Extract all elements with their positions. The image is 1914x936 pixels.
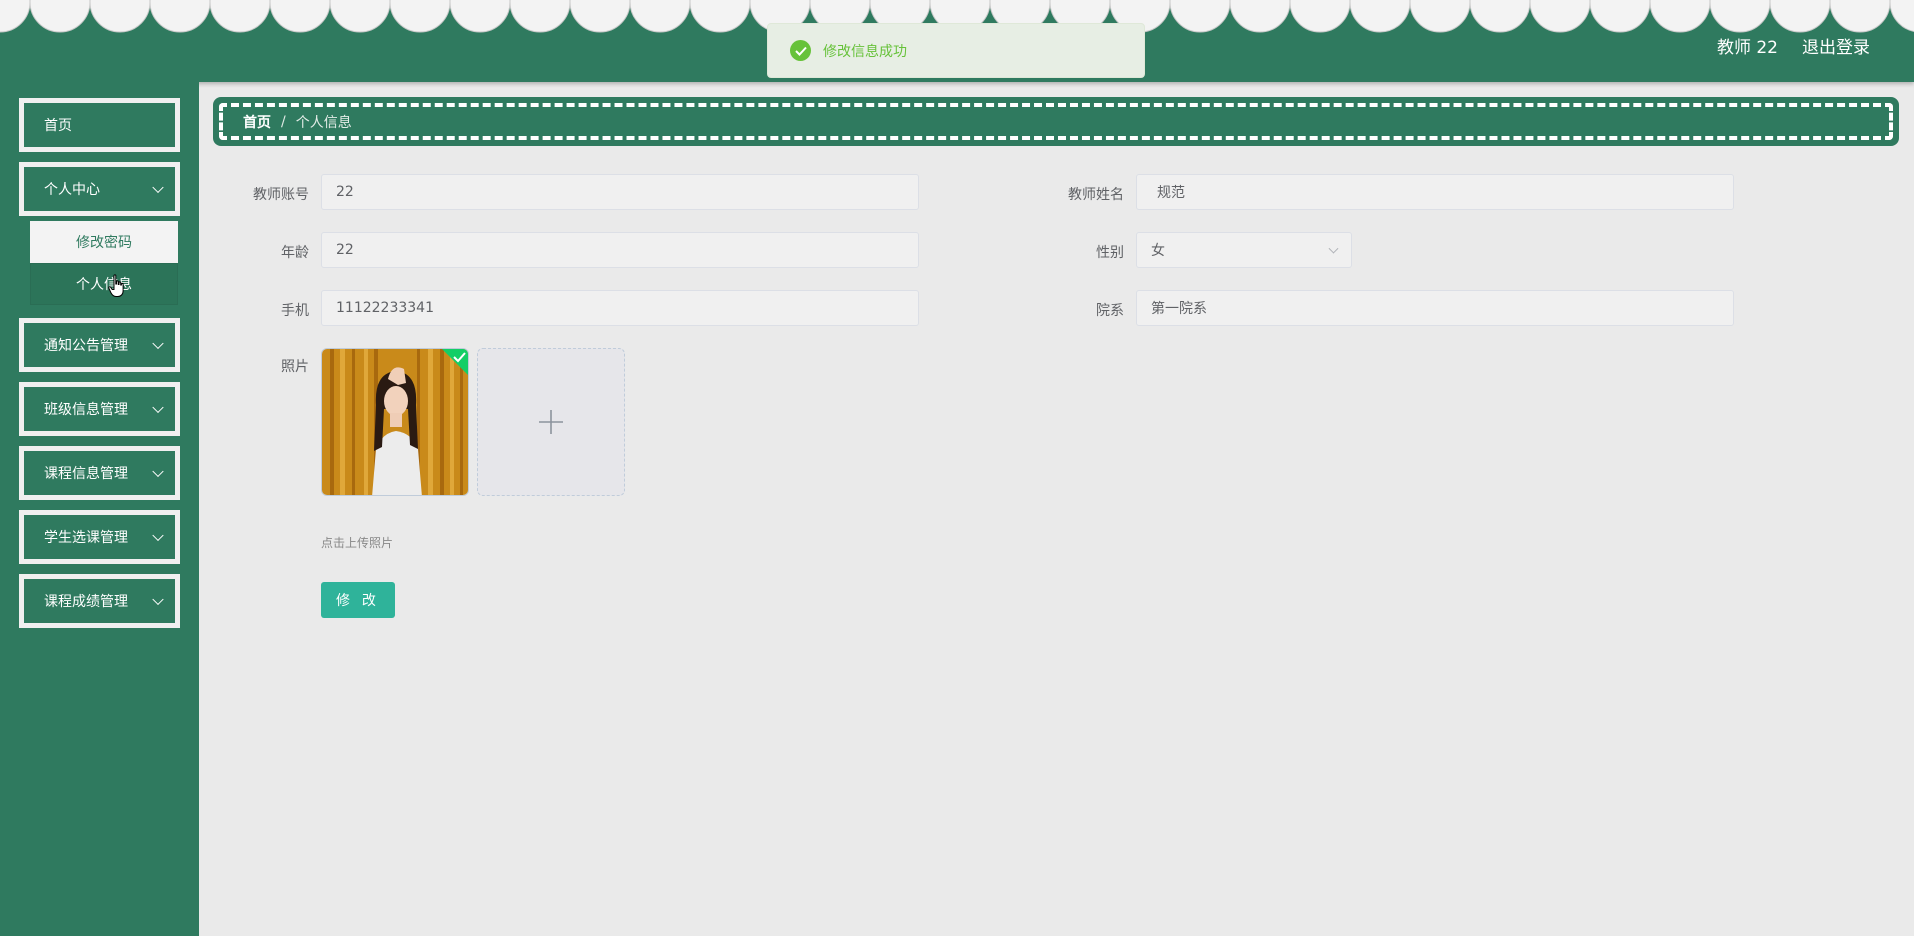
sidebar-item-home[interactable]: 首页 — [19, 98, 180, 152]
user-area: 教师 22 退出登录 — [1717, 33, 1870, 58]
department-label: 院系 — [1096, 303, 1124, 319]
name-field[interactable]: 规范 — [1136, 174, 1734, 210]
breadcrumb-separator: / — [281, 113, 286, 130]
upload-hint: 点击上传照片 — [321, 536, 394, 550]
uploaded-photo[interactable] — [321, 348, 469, 496]
account-value: 22 — [336, 184, 354, 200]
department-field[interactable]: 第一院系 — [1136, 290, 1734, 326]
sidebar-item-label: 通知公告管理 — [44, 338, 128, 354]
sidebar: 首页 个人中心 修改密码 个人信息 通知公告管理 班级信息管理 课程信息管理 学… — [0, 82, 199, 936]
user-label: 教师 22 — [1716, 38, 1778, 58]
phone-value: 11122233341 — [336, 300, 434, 316]
hand-cursor-icon — [108, 274, 124, 297]
chevron-down-icon — [1328, 243, 1339, 254]
upload-photo-button[interactable] — [477, 348, 625, 496]
sidebar-item-label: 学生选课管理 — [44, 530, 128, 546]
submenu-item-personal-info[interactable]: 个人信息 — [30, 263, 178, 305]
chevron-down-icon — [152, 593, 164, 606]
sidebar-item-grade-management[interactable]: 课程成绩管理 — [19, 574, 180, 628]
breadcrumb-inner: 首页 / 个人信息 — [219, 103, 1893, 140]
submenu-item-label: 修改密码 — [76, 235, 132, 251]
gender-label: 性别 — [1096, 245, 1124, 261]
submit-button[interactable]: 修 改 — [321, 582, 395, 618]
name-value: 规范 — [1157, 185, 1185, 201]
plus-icon — [539, 410, 563, 434]
submenu-item-change-password[interactable]: 修改密码 — [30, 221, 178, 263]
sidebar-item-course-selection[interactable]: 学生选课管理 — [19, 510, 180, 564]
sidebar-item-notice-management[interactable]: 通知公告管理 — [19, 318, 180, 372]
chevron-down-icon — [152, 181, 164, 194]
check-circle-icon — [790, 40, 811, 61]
sidebar-item-label: 班级信息管理 — [44, 402, 128, 418]
sidebar-item-label: 课程信息管理 — [44, 466, 128, 482]
chevron-down-icon — [152, 529, 164, 542]
sidebar-item-class-management[interactable]: 班级信息管理 — [19, 382, 180, 436]
chevron-down-icon — [152, 465, 164, 478]
phone-field[interactable]: 11122233341 — [321, 290, 919, 326]
sidebar-item-personal-center[interactable]: 个人中心 — [19, 162, 180, 216]
sidebar-item-label: 首页 — [44, 118, 72, 134]
department-value: 第一院系 — [1151, 301, 1207, 317]
age-field[interactable]: 22 — [321, 232, 919, 268]
age-label: 年龄 — [281, 245, 309, 261]
success-toast: 修改信息成功 — [767, 23, 1145, 78]
breadcrumb-home[interactable]: 首页 — [243, 112, 271, 132]
gender-select[interactable]: 女 — [1136, 232, 1352, 268]
chevron-down-icon — [152, 337, 164, 350]
breadcrumb-current: 个人信息 — [295, 114, 352, 131]
name-label: 教师姓名 — [1068, 187, 1124, 203]
account-label: 教师账号 — [253, 187, 309, 203]
chevron-down-icon — [152, 401, 164, 414]
photo-image — [322, 349, 468, 495]
age-value: 22 — [336, 242, 354, 258]
sidebar-item-label: 个人中心 — [44, 182, 100, 198]
sidebar-item-label: 课程成绩管理 — [44, 594, 128, 610]
toast-message: 修改信息成功 — [823, 43, 907, 60]
breadcrumb: 首页 / 个人信息 — [213, 97, 1899, 146]
phone-label: 手机 — [281, 303, 309, 319]
photo-label: 照片 — [281, 359, 309, 375]
gender-value: 女 — [1151, 243, 1165, 259]
main-content: 首页 / 个人信息 教师账号 22 教师姓名 规范 年龄 22 性别 女 手机 … — [199, 82, 1914, 936]
account-field[interactable]: 22 — [321, 174, 919, 210]
logout-link[interactable]: 退出登录 — [1802, 33, 1870, 58]
sidebar-item-course-management[interactable]: 课程信息管理 — [19, 446, 180, 500]
